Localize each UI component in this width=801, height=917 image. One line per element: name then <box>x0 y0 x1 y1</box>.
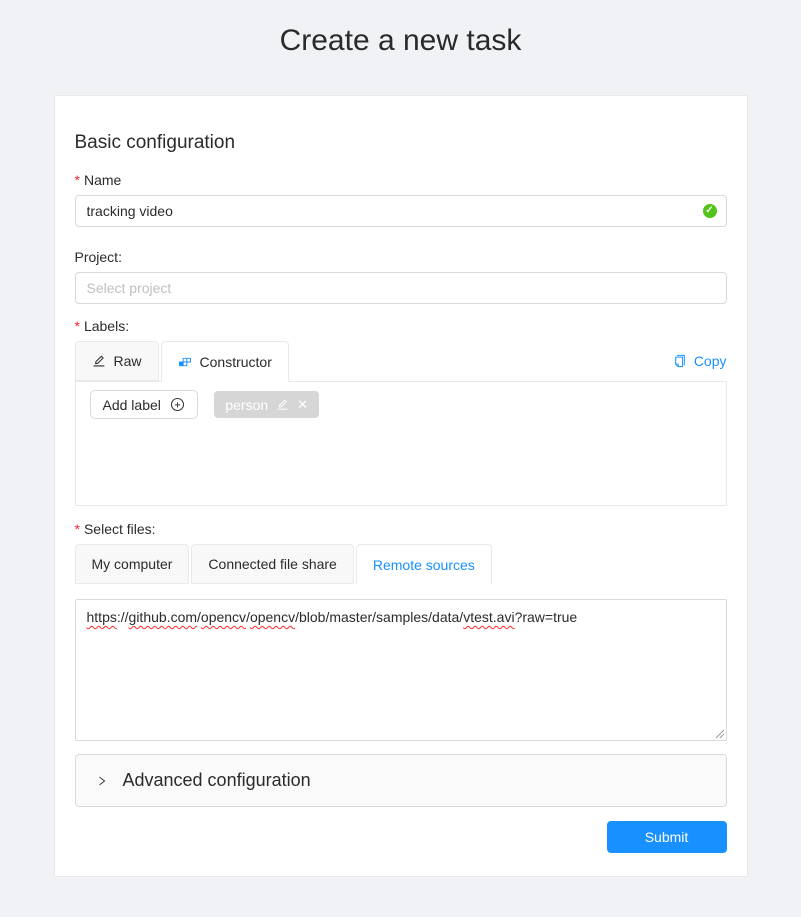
tab-raw[interactable]: Raw <box>75 341 159 381</box>
copy-label: Copy <box>694 353 727 369</box>
task-form-card: Basic configuration *Name ✓ Project: *La… <box>54 95 748 877</box>
required-asterisk: * <box>75 521 80 537</box>
select-files-label: *Select files: <box>75 521 727 537</box>
tab-constructor[interactable]: Constructor <box>161 341 289 382</box>
valid-check-icon: ✓ <box>703 204 717 218</box>
remove-label-icon[interactable]: ✕ <box>297 398 308 411</box>
required-asterisk: * <box>75 318 80 334</box>
task-name-input[interactable] <box>75 195 727 227</box>
label-tag-person[interactable]: person ✕ <box>214 391 319 418</box>
labels-label: *Labels: <box>75 318 727 334</box>
url-text: ?raw=true <box>515 609 578 625</box>
tab-my-computer[interactable]: My computer <box>75 544 190 584</box>
tab-my-computer-label: My computer <box>92 556 173 572</box>
label-tag-name: person <box>225 397 268 413</box>
tab-remote-sources-label: Remote sources <box>373 557 475 573</box>
build-icon <box>178 355 192 369</box>
labels-tabbar: Raw Constructor Copy <box>75 341 727 381</box>
project-label: Project: <box>75 249 727 265</box>
project-field-wrap <box>75 272 727 304</box>
edit-icon <box>92 354 106 368</box>
name-field-wrap: ✓ <box>75 195 727 227</box>
url-text: /blob/master/samples/data/ <box>295 609 463 625</box>
tab-remote-sources[interactable]: Remote sources <box>356 544 492 585</box>
advanced-configuration-header[interactable]: Advanced configuration <box>75 754 727 807</box>
label-constructor-panel: Add label person ✕ <box>75 381 727 506</box>
tab-connected-file-share[interactable]: Connected file share <box>191 544 353 584</box>
project-select-input[interactable] <box>75 272 727 304</box>
name-label: *Name <box>75 172 727 188</box>
edit-label-icon[interactable] <box>276 398 289 411</box>
create-task-page: Create a new task Basic configuration *N… <box>0 0 801 917</box>
tab-constructor-label: Constructor <box>200 354 272 370</box>
add-label-text: Add label <box>103 397 161 413</box>
url-text: github.com <box>129 609 197 625</box>
url-text: vtest.avi <box>463 609 514 625</box>
tab-connected-file-share-label: Connected file share <box>208 556 336 572</box>
page-title: Create a new task <box>0 0 801 60</box>
basic-configuration-heading: Basic configuration <box>75 132 727 154</box>
url-text: :// <box>117 609 129 625</box>
url-text: opencv <box>250 609 295 625</box>
required-asterisk: * <box>75 172 80 188</box>
add-label-button[interactable]: Add label <box>90 390 198 419</box>
copy-labels-button[interactable]: Copy <box>673 353 727 369</box>
url-text: https <box>87 609 117 625</box>
resize-handle[interactable] <box>715 729 725 739</box>
remote-urls-textarea[interactable]: https://github.com/opencv/opencv/blob/ma… <box>75 599 727 741</box>
tab-raw-label: Raw <box>114 353 142 369</box>
advanced-configuration-title: Advanced configuration <box>123 770 311 791</box>
files-tabbar: My computer Connected file share Remote … <box>75 544 727 584</box>
submit-row: Submit <box>75 821 727 853</box>
chevron-right-icon <box>96 775 108 787</box>
plus-circle-icon <box>170 397 185 412</box>
copy-icon <box>673 354 687 368</box>
submit-button[interactable]: Submit <box>607 821 727 853</box>
url-text: opencv <box>201 609 246 625</box>
